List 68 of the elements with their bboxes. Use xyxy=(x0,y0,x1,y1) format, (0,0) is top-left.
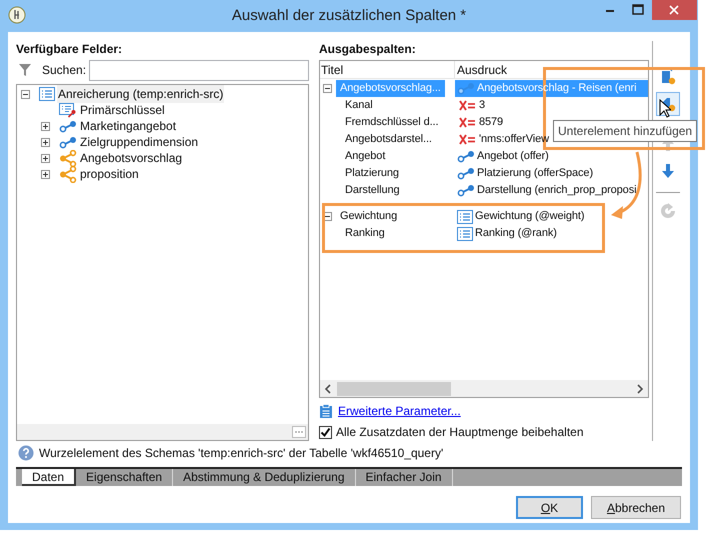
app-icon xyxy=(8,6,26,24)
table-cell-text: Darstellung (enrich_prop_proposi xyxy=(477,183,636,198)
section-heading: Verfügbare Felder: xyxy=(16,41,124,57)
table-cell[interactable]: Fremdschlüssel d... xyxy=(341,114,442,131)
mouse-cursor-icon xyxy=(659,99,671,118)
clipboard-icon xyxy=(319,404,333,418)
tree-item[interactable]: Zielgruppendimension xyxy=(79,133,200,151)
search-label: Suchen: xyxy=(42,62,88,79)
tree-item[interactable]: proposition xyxy=(79,165,140,183)
network-icon xyxy=(59,166,77,182)
table-cell-text: 8579 xyxy=(479,115,504,130)
tree-item[interactable]: Anreicherung (temp:enrich-src) xyxy=(57,85,224,103)
checkbox-label: Alle Zusatzdaten der Hauptmenge beibehalten xyxy=(336,424,584,441)
table-cell[interactable]: Ranking xyxy=(341,225,389,242)
formula-icon xyxy=(457,117,477,128)
advanced-parameters-link[interactable]: Erweiterte Parameter... xyxy=(338,402,461,420)
tree-item[interactable]: Angebotsvorschlag xyxy=(79,149,184,167)
link-icon xyxy=(59,120,77,132)
table-cell[interactable]: Gewichtung xyxy=(336,208,402,225)
tree-item[interactable]: Primärschlüssel xyxy=(79,101,166,119)
tab[interactable]: Daten xyxy=(22,469,76,486)
window-title: Auswahl der zusätzlichen Spalten * xyxy=(232,6,466,26)
table-cell-text: Platzierung (offerSpace) xyxy=(477,166,594,182)
table-cell[interactable]: Angebotsdarstel... xyxy=(341,131,436,148)
horizontal-scrollbar[interactable] xyxy=(320,380,648,397)
expand-icon[interactable] xyxy=(41,122,50,130)
key-list-icon xyxy=(59,102,77,118)
network-icon xyxy=(59,150,77,166)
expand-icon[interactable] xyxy=(41,138,50,146)
scroll-right-icon[interactable] xyxy=(635,384,644,394)
table-cell[interactable]: Platzierung xyxy=(341,165,403,182)
table-cell-text: Ranking (@rank) xyxy=(475,226,557,242)
table-cell-text: Gewichtung (@weight) xyxy=(475,209,584,224)
table-cell-text: 3 xyxy=(479,98,486,114)
checkbox[interactable] xyxy=(319,426,332,438)
table-cell[interactable]: Kanal xyxy=(341,97,377,114)
section-heading: Ausgabespalten: xyxy=(319,41,417,57)
collapse-icon[interactable] xyxy=(21,90,30,98)
link-icon xyxy=(457,167,475,180)
column-header[interactable]: Ausdruck xyxy=(455,61,648,78)
table-cell[interactable]: Darstellung xyxy=(341,182,404,199)
link-icon xyxy=(457,150,475,163)
list-icon xyxy=(39,87,55,101)
filter-icon xyxy=(18,63,32,77)
tab[interactable]: Einfacher Join xyxy=(356,469,453,486)
collapse-icon[interactable] xyxy=(323,84,332,93)
expand-icon[interactable] xyxy=(41,170,50,178)
scrollbar-thumb[interactable] xyxy=(337,382,451,396)
help-icon xyxy=(18,445,34,461)
search-field[interactable] xyxy=(89,60,309,80)
scroll-left-icon[interactable] xyxy=(324,384,333,394)
list-icon xyxy=(457,226,473,240)
status-message: Wurzelelement des Schemas 'temp:enrich-src' der Tabelle 'wkf46510_query' xyxy=(39,445,444,462)
cancel-button[interactable]: Abbrechen xyxy=(591,496,681,519)
link-icon xyxy=(59,136,77,148)
formula-icon xyxy=(457,134,477,145)
expand-icon[interactable] xyxy=(41,154,50,162)
link-icon xyxy=(457,82,475,95)
ok-button[interactable]: OK xyxy=(516,496,583,519)
table-cell-text: Angebot (offer) xyxy=(477,149,549,164)
close-icon[interactable] xyxy=(652,0,697,20)
column-header[interactable]: Titel xyxy=(320,61,455,78)
formula-icon xyxy=(457,100,477,111)
table-cell[interactable]: Angebot xyxy=(341,148,390,165)
link-icon xyxy=(457,184,475,197)
list-icon xyxy=(457,210,473,224)
tree-item[interactable]: Marketingangebot xyxy=(79,117,178,135)
tooltip: Unterelement hinzufügen xyxy=(553,120,698,142)
